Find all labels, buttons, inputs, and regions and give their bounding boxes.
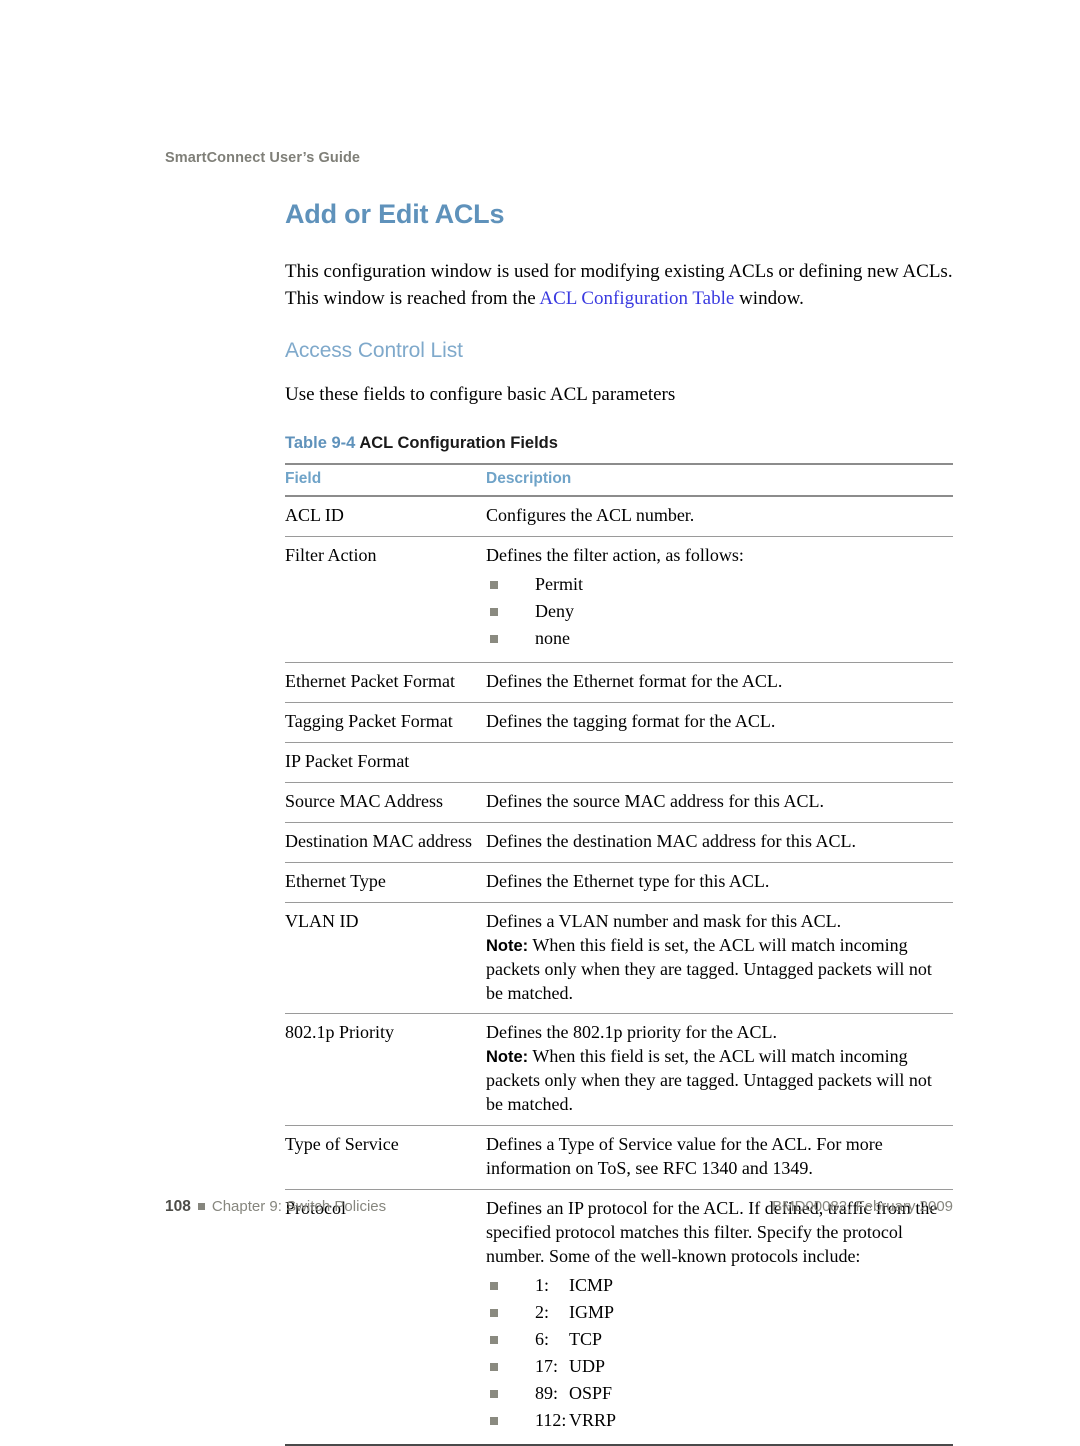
table-body: ACL ID Configures the ACL number. Filter A… [285,496,953,1446]
protocol-number: 1: [535,1274,550,1295]
description-empty [486,750,953,751]
description-text: Defines a Type of Service value for the … [486,1134,883,1179]
table-row: Ethernet Packet Format Defines the Ethern… [285,662,953,703]
protocol-name: VRRP [569,1409,617,1430]
protocol-number: 89: [535,1382,559,1403]
table-row: ACL ID Configures the ACL number. [285,496,953,538]
page-title: Add or Edit ACLs [285,199,505,229]
table-header-row: Field Description [285,463,953,498]
field-description-cell: Defines the Ethernet format for the ACL. [486,662,953,703]
field-name-cell: Filter Action [285,536,486,664]
protocol-number: 2: [535,1301,550,1322]
intro-paragraph: This configuration window is used for mo… [285,258,953,313]
description-text: Defines the source MAC address for this … [486,790,824,811]
field-description-cell: Defines the source MAC address for this … [486,782,953,823]
protocol-item: 89: OSPF [486,1382,953,1406]
field-description-cell: Defines the tagging format for the ACL. [486,702,953,743]
protocol-name: TCP [569,1328,603,1349]
table-row: Ethernet Type Defines the Ethernet type f… [285,862,953,903]
running-header: SmartConnect User’s Guide [165,150,361,166]
column-header-field: Field [285,463,486,498]
page-footer: 108 Chapter 9: Switch Policies BMD00082,… [165,1198,953,1216]
section-lead-text: Use these fields to configure basic ACL … [285,383,676,405]
note-label: Note: [486,1048,529,1067]
description-text: Configures the ACL number. [486,505,695,526]
protocol-list: 1: ICMP 2: IGMP 6: TCP 17: UDP 89: OSPF 112: VRRP [486,1274,953,1433]
field-description-cell: Defines an IP protocol for the ACL. If d… [486,1189,953,1446]
field-name-cell: Destination MAC address [285,822,486,863]
table-row: Source MAC Address Defines the source MAC… [285,782,953,823]
table-row: Destination MAC address Defines the desti… [285,822,953,863]
description-text: Defines the Ethernet type for this ACL. [486,870,770,891]
footer-document-id: BMD00082, February 2009 [772,1198,953,1215]
field-description-cell: Defines a VLAN number and mask for this … [486,902,953,1015]
table-caption: Table 9-4 ACL Configuration Fields [285,434,955,453]
table-row: Type of Service Defines a Type of Service… [285,1125,953,1191]
bullet-list: Permit Deny none [486,573,953,651]
field-description-cell: Configures the ACL number. [486,496,953,538]
description-text: Defines the tagging format for the ACL. [486,711,776,731]
table-row: IP Packet Format [285,742,953,783]
field-name-cell: Protocol [285,1189,486,1446]
field-name-cell: VLAN ID [285,902,486,1015]
table-row: Filter Action Defines the filter action, … [285,536,953,664]
protocol-item: 1: ICMP [486,1274,953,1298]
description-text: Defines a VLAN number and mask for this … [486,910,842,931]
table-caption-number: Table 9-4 [285,434,356,453]
bullet-item: Deny [486,600,953,624]
field-description-cell [486,742,953,783]
protocol-name: OSPF [569,1382,613,1403]
field-description-cell: Defines the Ethernet type for this ACL. [486,862,953,903]
table-row: Protocol Defines an IP protocol for the A… [285,1189,953,1446]
table-caption-label: ACL Configuration Fields [359,434,558,453]
description-text: Defines the destination MAC address for … [486,830,856,851]
protocol-name: IGMP [569,1301,615,1322]
field-name-cell: 802.1p Priority [285,1013,486,1127]
note-label: Note: [486,936,529,955]
description-text: Defines the 802.1p priority for the ACL. [486,1022,777,1043]
intro-text-after-link: window. [734,288,804,310]
field-description-cell: Defines a Type of Service value for the … [486,1125,953,1191]
acl-configuration-table-link[interactable]: ACL Configuration Table [539,288,734,309]
protocol-item: 6: TCP [486,1328,953,1352]
field-description-cell: Defines the filter action, as follows: Pe… [486,536,953,664]
field-name-cell: Source MAC Address [285,782,486,823]
protocol-item: 112: VRRP [486,1409,953,1433]
document-page: SmartConnect User’s Guide Add or Edit AC… [0,0,1080,1446]
table-row: VLAN ID Defines a VLAN number and mask fo… [285,902,953,1015]
note-text: When this field is set, the ACL will mat… [486,934,932,1003]
footer-page-number: 108 [165,1198,191,1215]
protocol-number: 112: [535,1409,567,1430]
note-text: When this field is set, the ACL will mat… [486,1046,932,1115]
protocol-number: 6: [535,1328,550,1349]
footer-square-icon [197,1203,205,1210]
field-description-cell: Defines the destination MAC address for … [486,822,953,863]
table-row: Tagging Packet Format Defines the tagging… [285,702,953,743]
protocol-item: 2: IGMP [486,1301,953,1325]
field-name-cell: ACL ID [285,496,486,538]
table-row: 802.1p Priority Defines the 802.1p priori… [285,1013,953,1127]
description-text: Defines the filter action, as follows: [486,545,744,566]
acl-configuration-fields-table: Field Description ACL ID Configures the A… [285,463,953,1446]
protocol-item: 17: UDP [486,1355,953,1379]
column-header-description: Description [486,463,953,498]
protocol-number: 17: [535,1355,559,1376]
bullet-item: Permit [486,573,953,597]
bullet-item: none [486,627,953,651]
protocol-name: UDP [569,1355,606,1376]
description-text: Defines the Ethernet format for the ACL. [486,671,783,692]
field-name-cell: Ethernet Packet Format [285,662,486,703]
field-name-cell: Type of Service [285,1125,486,1191]
footer-left: 108 Chapter 9: Switch Policies [165,1198,386,1216]
footer-chapter-label: Chapter 9: Switch Policies [211,1198,387,1215]
protocol-name: ICMP [569,1274,614,1295]
section-title-access-control-list: Access Control List [285,338,463,362]
page-content: Add or Edit ACLs This configuration wind… [285,199,955,1446]
field-name-cell: Ethernet Type [285,862,486,903]
field-description-cell: Defines the 802.1p priority for the ACL.… [486,1013,953,1127]
field-name-cell: Tagging Packet Format [285,702,486,743]
field-name-cell: IP Packet Format [285,742,486,783]
